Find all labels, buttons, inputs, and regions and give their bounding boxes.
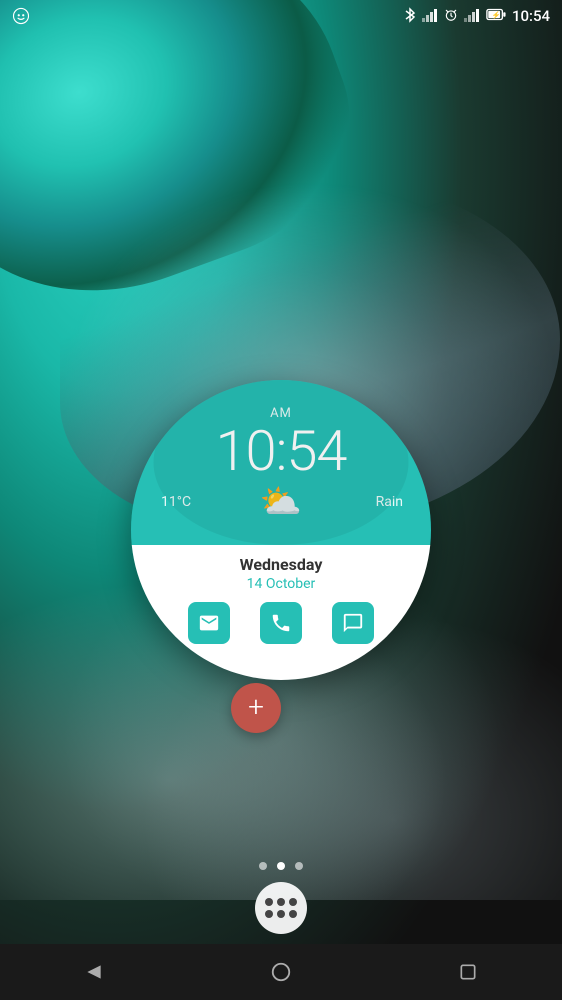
phone-button[interactable] bbox=[260, 602, 302, 644]
email-button[interactable] bbox=[188, 602, 230, 644]
weather-condition-label: Rain bbox=[376, 494, 403, 510]
battery-icon: ⚡ bbox=[486, 8, 506, 24]
weather-row: 11°C ⛅ Rain bbox=[131, 485, 431, 519]
page-dot-2[interactable] bbox=[277, 862, 285, 870]
sms-icon bbox=[342, 612, 364, 634]
nav-bar bbox=[0, 944, 562, 1000]
grid-dot bbox=[277, 898, 285, 906]
email-icon bbox=[198, 612, 220, 634]
temperature-label: 11°C bbox=[161, 494, 191, 510]
bluetooth-icon bbox=[404, 7, 416, 26]
grid-dot bbox=[265, 898, 273, 906]
dots-grid bbox=[265, 898, 297, 918]
grid-dot bbox=[289, 910, 297, 918]
date-label: 14 October bbox=[247, 576, 316, 592]
page-dot-1[interactable] bbox=[259, 862, 267, 870]
day-label: Wednesday bbox=[240, 555, 323, 576]
home-icon bbox=[270, 961, 292, 983]
clock-time: 10:54 bbox=[215, 423, 346, 479]
phone-icon bbox=[270, 612, 292, 634]
clock-widget: AM 10:54 11°C ⛅ Rain Wednesday 14 Octobe… bbox=[131, 380, 431, 680]
recents-icon bbox=[458, 962, 478, 982]
back-icon bbox=[84, 962, 104, 982]
android-icon bbox=[12, 7, 30, 25]
sms-button[interactable] bbox=[332, 602, 374, 644]
fab-button[interactable]: + bbox=[231, 683, 281, 733]
grid-dot bbox=[289, 898, 297, 906]
status-right: ⚡ 10:54 bbox=[404, 7, 550, 26]
signal-bars-icon bbox=[422, 8, 438, 25]
clock-section: AM 10:54 11°C ⛅ Rain bbox=[131, 380, 431, 545]
alarm-icon bbox=[444, 8, 458, 25]
grid-dot bbox=[265, 910, 273, 918]
page-dot-3[interactable] bbox=[295, 862, 303, 870]
home-button[interactable] bbox=[259, 950, 303, 994]
status-left bbox=[12, 7, 30, 25]
fab-icon: + bbox=[248, 693, 264, 721]
action-buttons bbox=[188, 602, 374, 644]
recents-button[interactable] bbox=[446, 950, 490, 994]
svg-text:⚡: ⚡ bbox=[491, 11, 500, 20]
back-button[interactable] bbox=[72, 950, 116, 994]
status-time: 10:54 bbox=[512, 7, 550, 25]
weather-icon: ⛅ bbox=[260, 485, 302, 519]
app-drawer-button[interactable] bbox=[255, 882, 307, 934]
page-indicators bbox=[259, 862, 303, 870]
lte-icon bbox=[464, 8, 480, 25]
status-bar: ⚡ 10:54 bbox=[0, 0, 562, 32]
grid-dot bbox=[277, 910, 285, 918]
